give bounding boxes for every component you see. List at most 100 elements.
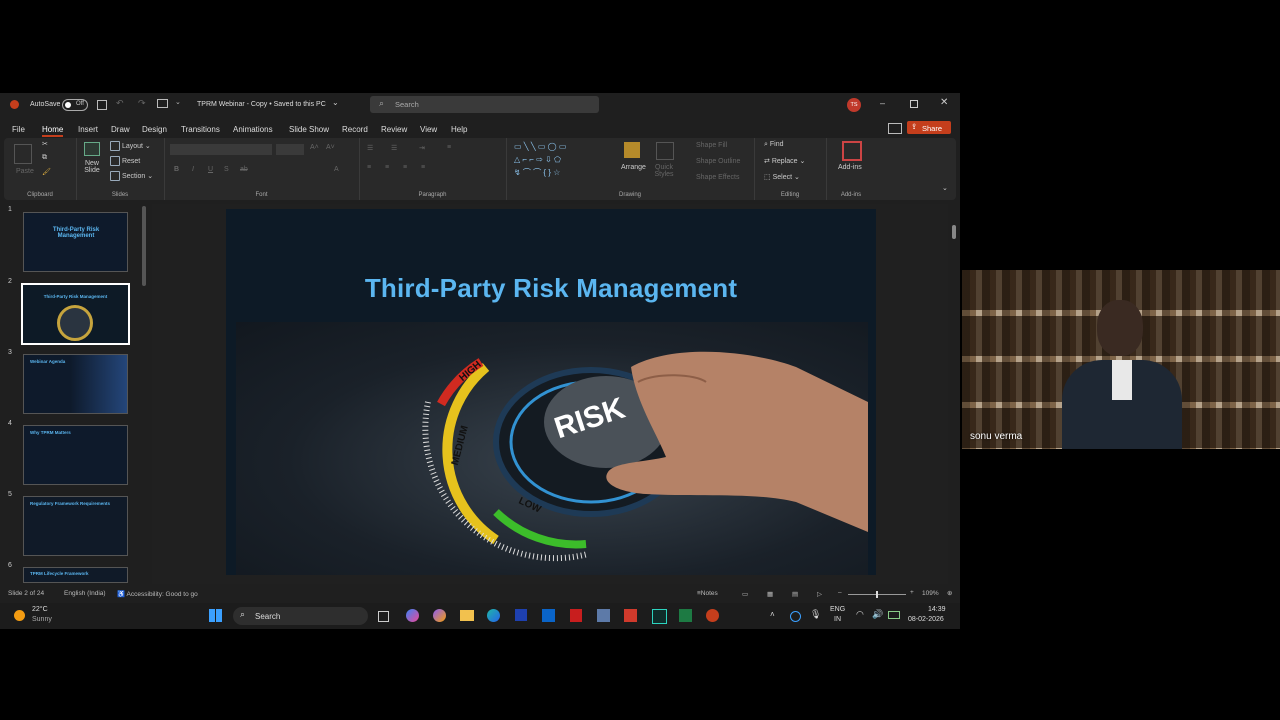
font-color-icon[interactable]: A [334, 166, 339, 173]
font-size-box[interactable] [276, 144, 304, 155]
tab-review[interactable]: Review [381, 125, 407, 134]
weather-icon[interactable] [14, 610, 25, 621]
align-right-icon[interactable]: ≡ [403, 164, 407, 171]
indent-icon[interactable]: ⇥ [419, 144, 425, 152]
slide-thumbnail-4[interactable]: Why TPRM Matters [23, 425, 128, 485]
align-left-icon[interactable]: ≡ [367, 164, 371, 171]
wifi-icon[interactable]: ◠ [856, 609, 864, 620]
store-icon[interactable] [515, 609, 527, 621]
shape-fill-button[interactable]: Shape Fill [696, 142, 727, 149]
red-app-icon[interactable] [624, 609, 637, 622]
font-name-box[interactable] [170, 144, 272, 155]
tab-view[interactable]: View [420, 125, 437, 134]
customize-qat-icon[interactable]: ⌄ [175, 98, 181, 106]
paste-button[interactable] [14, 144, 32, 164]
quick-styles-button[interactable]: Quick Styles [652, 164, 676, 178]
search-box[interactable]: ⌕ Search [370, 96, 599, 113]
close-button[interactable]: ✕ [940, 97, 948, 108]
reading-view-icon[interactable]: ▤ [792, 590, 798, 598]
restore-button[interactable] [910, 100, 918, 108]
show-hidden-icons[interactable]: ˄ [770, 610, 775, 619]
copilot-icon[interactable] [406, 609, 419, 622]
clock-time[interactable]: 14:39 [928, 606, 946, 613]
document-title[interactable]: TPRM Webinar - Copy • Saved to this PC [197, 101, 326, 108]
new-slide-button[interactable]: New Slide [81, 160, 103, 174]
shape-outline-button[interactable]: Shape Outline [696, 158, 740, 165]
numbering-icon[interactable]: ☰ [391, 144, 397, 152]
shrink-font-icon[interactable]: A˅ [326, 144, 335, 151]
bold-icon[interactable]: B [174, 166, 179, 173]
shadow-icon[interactable]: S [224, 166, 229, 173]
tab-draw[interactable]: Draw [111, 125, 130, 134]
current-slide[interactable]: Third-Party Risk Management RISK HIGH ME… [226, 209, 876, 575]
notes-button[interactable]: ≡Notes [697, 590, 718, 597]
line-spacing-icon[interactable]: ≡ [447, 144, 451, 151]
redo-icon[interactable]: ↷ [138, 98, 146, 109]
task-view-icon[interactable] [378, 611, 389, 622]
powerpoint-taskbar-icon[interactable] [706, 609, 719, 622]
copy-icon[interactable]: ⧉ [42, 154, 47, 162]
comments-icon[interactable] [888, 123, 902, 134]
tab-design[interactable]: Design [142, 125, 167, 134]
minimize-button[interactable]: – [880, 98, 885, 108]
outlook-icon[interactable] [542, 609, 555, 622]
cut-icon[interactable]: ✂ [42, 140, 48, 148]
zoom-level[interactable]: 109% [922, 590, 939, 597]
autosave-toggle[interactable]: Off [62, 99, 88, 111]
slide-thumbnail-2[interactable]: Third-Party Risk Management [21, 283, 130, 345]
arrange-button[interactable]: Arrange [621, 164, 646, 171]
bullets-icon[interactable]: ☰ [367, 144, 373, 152]
layout-button[interactable]: Layout ⌄ [110, 141, 151, 151]
addins-button[interactable]: Add-ins [838, 164, 862, 171]
thumbs-scrollbar[interactable] [142, 206, 146, 286]
normal-view-icon[interactable]: ▭ [742, 590, 748, 598]
grow-font-icon[interactable]: A˄ [310, 144, 319, 151]
tab-help[interactable]: Help [451, 125, 467, 134]
taskbar-search[interactable]: ⌕ Search [233, 607, 368, 625]
shape-effects-button[interactable]: Shape Effects [696, 174, 739, 181]
tab-home[interactable]: Home [42, 125, 64, 137]
tab-file[interactable]: File [12, 125, 25, 134]
quick-styles-icon[interactable] [656, 142, 674, 160]
security-app-icon[interactable] [570, 609, 582, 622]
tools-icon[interactable] [597, 609, 610, 622]
fit-slide-icon[interactable]: ⊕ [947, 589, 952, 597]
strikethrough-icon[interactable]: ab [240, 166, 248, 173]
title-chevron-icon[interactable]: ⌄ [332, 98, 339, 107]
language-eng[interactable]: ENG [830, 606, 845, 613]
reset-button[interactable]: Reset [110, 156, 140, 166]
underline-icon[interactable]: U [208, 166, 213, 173]
volume-icon[interactable]: 🔊 [872, 609, 883, 620]
microphone-icon[interactable]: 🎙 [810, 609, 821, 620]
tab-record[interactable]: Record [342, 125, 368, 134]
slide-thumbnail-6[interactable]: TPRM Lifecycle Framework [23, 567, 128, 583]
save-icon[interactable] [97, 100, 107, 110]
file-explorer-icon[interactable] [460, 610, 474, 621]
shapes-gallery[interactable]: ▭ ╲ ╲ ▭ ◯ ▭ △ ⌐ ⌐ ⇨ ⇩ ⬠ ↯ ⌒ ⌒ { } ☆ [514, 140, 602, 182]
participant-video[interactable]: sonu verma [962, 270, 1280, 449]
italic-icon[interactable]: I [192, 166, 194, 173]
select-button[interactable]: ⬚ Select ⌄ [764, 173, 800, 181]
canvas-scrollbar[interactable] [952, 225, 956, 239]
arrange-icon[interactable] [624, 142, 640, 158]
tab-slide-show[interactable]: Slide Show [289, 125, 329, 134]
edge-icon[interactable] [487, 609, 500, 622]
slideshow-icon[interactable]: ▷ [817, 590, 822, 598]
slide-sorter-icon[interactable]: ▦ [767, 590, 773, 598]
weather-temp[interactable]: 22°C [32, 606, 48, 613]
tray-app-icon[interactable] [790, 611, 801, 622]
replace-button[interactable]: ⇄ Replace ⌄ [764, 157, 805, 165]
addins-icon[interactable] [842, 141, 862, 161]
slide-title[interactable]: Third-Party Risk Management [226, 273, 876, 304]
colorful-app-icon[interactable] [433, 609, 446, 622]
find-button[interactable]: ⌕ Find [764, 141, 784, 149]
collapse-ribbon-icon[interactable]: ⌄ [942, 184, 948, 192]
zoom-out-icon[interactable]: – [838, 589, 842, 596]
share-button[interactable]: ⇪ Share [907, 121, 951, 134]
new-slide-icon[interactable] [84, 142, 100, 156]
zoom-slider-thumb[interactable] [876, 591, 878, 598]
slide-thumbnail-5[interactable]: Regulatory Framework Requirements [23, 496, 128, 556]
windows-start-icon[interactable] [209, 609, 222, 622]
align-center-icon[interactable]: ≡ [385, 164, 389, 171]
slide-image[interactable]: RISK HIGH MEDIUM LOW [236, 322, 868, 575]
